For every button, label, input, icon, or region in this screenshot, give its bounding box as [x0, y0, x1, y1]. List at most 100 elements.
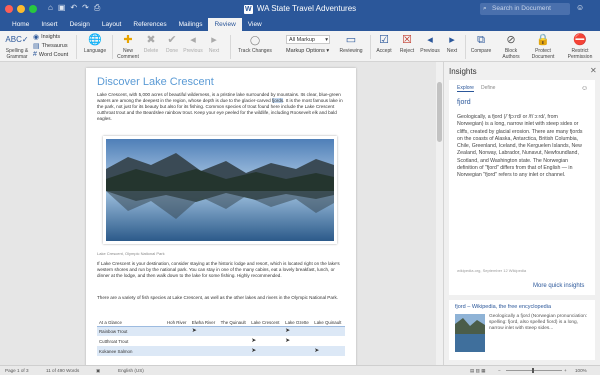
table-header-cell: Lake Quinault: [312, 313, 345, 327]
fish-species-paragraph: There are a variety of fish species at L…: [97, 295, 339, 300]
protect-document-button[interactable]: 🔒 Protect Document: [526, 33, 560, 61]
insights-pane: Insights ✕ Explore Define ☺ fjord Geolog…: [443, 62, 600, 365]
block-authors-button[interactable]: ⊘ Block Authors: [496, 33, 526, 61]
table-header-cell: Lake Ozette: [283, 313, 313, 327]
presence-cell: [165, 346, 190, 356]
next-comment-button[interactable]: ▸ Next: [199, 33, 229, 61]
markup-select[interactable]: All Markup ▾: [286, 35, 330, 44]
tab-review[interactable]: Review: [208, 18, 242, 31]
smiley-feedback-icon[interactable]: ☺: [576, 3, 584, 12]
table-header-cell: At a Glance: [97, 313, 165, 327]
lock-icon: 🔒: [536, 34, 550, 46]
document-canvas: Discover Lake Crescent Lake Crescent, wi…: [0, 62, 443, 365]
zoom-slider-handle[interactable]: [532, 368, 534, 373]
zoom-slider[interactable]: [506, 370, 562, 371]
zoom-in-icon[interactable]: +: [564, 368, 567, 373]
thesaurus-button[interactable]: ▤ Thesaurus: [33, 42, 68, 50]
word-count-button[interactable]: # Word Count: [33, 51, 68, 58]
spellcheck-icon: ABC✓: [5, 35, 29, 44]
language-icon: 🌐: [88, 34, 102, 46]
fish-icon: ➤: [285, 328, 291, 335]
page-count[interactable]: Page 1 of 3: [5, 368, 29, 373]
more-insights-link[interactable]: More quick insights: [533, 283, 584, 289]
lake-crescent-image: [106, 139, 334, 241]
document-title-text: WA State Travel Adventures: [256, 4, 357, 13]
search-placeholder: Search in Document: [492, 5, 551, 12]
accept-button[interactable]: ☑ Accept: [371, 33, 397, 61]
smiley-icon[interactable]: ☺: [581, 85, 588, 92]
presence-cell: [190, 336, 219, 346]
table-row: Kokanee Salmon ➤ ➤: [97, 346, 345, 356]
intro-paragraph: Lake Crescent, with 5,000 acres of beaut…: [97, 92, 343, 122]
presence-cell: [165, 336, 190, 346]
tab-insert[interactable]: Insert: [35, 18, 63, 31]
tab-explore[interactable]: Explore: [457, 85, 474, 92]
zoom-out-icon[interactable]: −: [498, 368, 501, 373]
tab-view[interactable]: View: [242, 18, 268, 31]
document-scrollbar[interactable]: [436, 62, 443, 365]
markup-options-button[interactable]: Markup Options ▾: [286, 48, 329, 54]
tab-layout[interactable]: Layout: [96, 18, 128, 31]
presence-cell: [218, 326, 250, 336]
tab-define[interactable]: Define: [481, 85, 495, 92]
presence-cell: [249, 326, 284, 336]
word-count[interactable]: 11 of 490 Words: [46, 368, 79, 373]
word-logo-icon: W: [243, 5, 253, 14]
selected-word: fjords: [271, 98, 284, 104]
defined-word: fjord: [457, 99, 471, 106]
reviewing-pane-icon: ▭: [345, 34, 357, 46]
reviewing-pane-button[interactable]: ▭ Reviewing: [334, 33, 368, 61]
word-count-icon: #: [33, 51, 37, 58]
scrollbar-thumb[interactable]: [437, 82, 442, 142]
table-header-cell: Lake Crescent: [249, 313, 284, 327]
zoom-level[interactable]: 100%: [575, 368, 587, 373]
lake-photo[interactable]: [103, 136, 337, 244]
tab-design[interactable]: Design: [64, 18, 96, 31]
document-heading: Discover Lake Crescent: [97, 76, 214, 88]
definition-card: Explore Define ☺ fjord Geologically, a f…: [449, 80, 595, 295]
tab-mailings[interactable]: Mailings: [173, 18, 209, 31]
presence-cell: ➤: [312, 346, 345, 356]
photo-caption: Lake Crescent, Olympic National Park: [97, 251, 165, 256]
presence-cell: ➤: [283, 326, 313, 336]
chevron-down-icon: ▾: [325, 37, 328, 43]
definition-text: Geologically, a fjord (/ˈfjɔːrd/ or /fiˈ…: [457, 114, 583, 179]
tab-references[interactable]: References: [127, 18, 172, 31]
language-status[interactable]: English (US): [118, 368, 144, 373]
presence-cell: [312, 326, 345, 336]
toggle-switch-icon: ◯: [249, 35, 261, 45]
compare-button[interactable]: ⧉ Compare: [466, 33, 496, 61]
close-icon[interactable]: ✕: [590, 66, 597, 75]
insights-subtabs: Explore Define: [457, 85, 495, 92]
table-header-row: At a Glance Hoh River Elwha River The Qu…: [97, 313, 345, 327]
review-ribbon: ABC✓ Spelling & Grammar ◉ Insights ▤ Thesau…: [0, 31, 600, 62]
spelling-grammar-button[interactable]: ABC✓ Spelling & Grammar: [2, 33, 32, 61]
table-row: Cutthroat Trout ➤ ➤: [97, 336, 345, 346]
track-changes-toggle[interactable]: ◯ Track Changes: [235, 33, 275, 61]
fish-name-cell: Cutthroat Trout: [99, 338, 129, 344]
document-page[interactable]: Discover Lake Crescent Lake Crescent, wi…: [86, 68, 356, 365]
wikipedia-result-card[interactable]: fjord – Wikipedia, the free encyclopedia…: [449, 300, 595, 360]
ribbon-divider: [230, 35, 231, 59]
tab-home[interactable]: Home: [6, 18, 35, 31]
presence-cell: [219, 336, 250, 346]
search-document-input[interactable]: ⌕ Search in Document: [480, 3, 570, 15]
next-change-button[interactable]: ▸ Next: [440, 33, 464, 61]
search-icon: ⌕: [483, 5, 487, 12]
fish-name-cell: Kokanee Salmon: [97, 346, 165, 356]
view-mode-icons[interactable]: ▤ ▥ ▦: [470, 368, 486, 374]
fish-icon: ➤: [314, 348, 320, 354]
next-change-icon: ▸: [449, 34, 455, 46]
reject-button[interactable]: ☒ Reject: [395, 33, 419, 61]
restrict-permission-button[interactable]: ⛔ Restrict Permission: [562, 33, 598, 61]
result-thumbnail: [455, 314, 485, 352]
result-title[interactable]: fjord – Wikipedia, the free encyclopedia: [455, 304, 551, 310]
insights-button[interactable]: ◉ Insights: [33, 33, 60, 41]
next-comment-icon: ▸: [211, 34, 217, 46]
proofing-icon[interactable]: ▣: [96, 368, 100, 374]
title-bar: ⌂ ▣ ↶ ↷ ⎙ W WA State Travel Adventures ⌕ S…: [0, 0, 600, 18]
presence-cell: ➤: [249, 346, 284, 356]
table-row: Rainbow Trout ➤ ➤: [97, 326, 345, 336]
language-button[interactable]: 🌐 Language: [80, 33, 110, 61]
presence-cell: [312, 336, 345, 346]
